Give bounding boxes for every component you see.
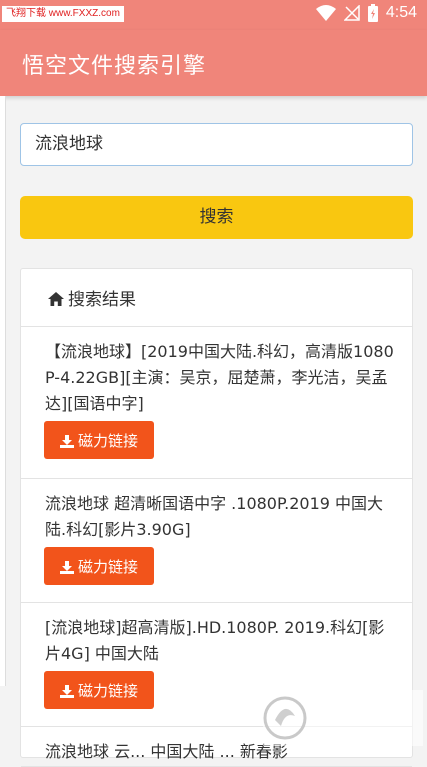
- battery-charging-icon: [367, 4, 378, 22]
- watermark-text: 飞翔下载 www.FXXZ.com: [2, 6, 124, 22]
- download-icon: [59, 560, 74, 574]
- result-title: 【流浪地球】[2019中国大陆.科幻，高清版1080P-4.22GB][主演：吴…: [45, 342, 394, 413]
- download-icon: [59, 684, 74, 698]
- results-header-label: 搜索结果: [68, 290, 136, 310]
- download-icon: [59, 434, 74, 448]
- clock: 4:54: [385, 4, 417, 21]
- watermark-logo: [263, 690, 423, 746]
- signal-off-icon: [343, 4, 360, 21]
- magnet-link-button[interactable]: 磁力链接: [44, 421, 154, 459]
- result-item: 【流浪地球】[2019中国大陆.科幻，高清版1080P-4.22GB][主演：吴…: [21, 327, 412, 479]
- result-title: [流浪地球]超高清版].HD.1080P. 2019.科幻[影片4G] 中国大陆: [45, 618, 385, 663]
- magnet-link-label: 磁力链接: [77, 431, 138, 450]
- status-bar: 飞翔下载 www.FXXZ.com 4:54: [0, 0, 427, 30]
- app-title: 悟空文件搜索引擎: [22, 54, 207, 79]
- wifi-icon: [315, 4, 336, 22]
- side-edge: [0, 96, 6, 686]
- home-icon: [48, 291, 64, 306]
- status-icons: 4:54: [315, 4, 417, 22]
- app-bar: 悟空文件搜索引擎: [0, 30, 427, 96]
- magnet-link-label: 磁力链接: [77, 681, 138, 700]
- search-button[interactable]: 搜索: [20, 196, 413, 239]
- magnet-link-label: 磁力链接: [77, 557, 138, 576]
- search-input[interactable]: 流浪地球: [20, 123, 413, 166]
- magnet-link-button[interactable]: 磁力链接: [44, 671, 154, 709]
- result-item: 流浪地球 超清晰国语中字 .1080P.2019 中国大陆.科幻[影片3.90G…: [21, 479, 412, 603]
- magnet-link-button[interactable]: 磁力链接: [44, 547, 154, 585]
- results-header: 搜索结果: [21, 269, 412, 327]
- results-panel: 搜索结果 【流浪地球】[2019中国大陆.科幻，高清版1080P-4.22GB]…: [20, 268, 413, 767]
- result-title: 流浪地球 超清晰国语中字 .1080P.2019 中国大陆.科幻[影片3.90G…: [45, 494, 384, 539]
